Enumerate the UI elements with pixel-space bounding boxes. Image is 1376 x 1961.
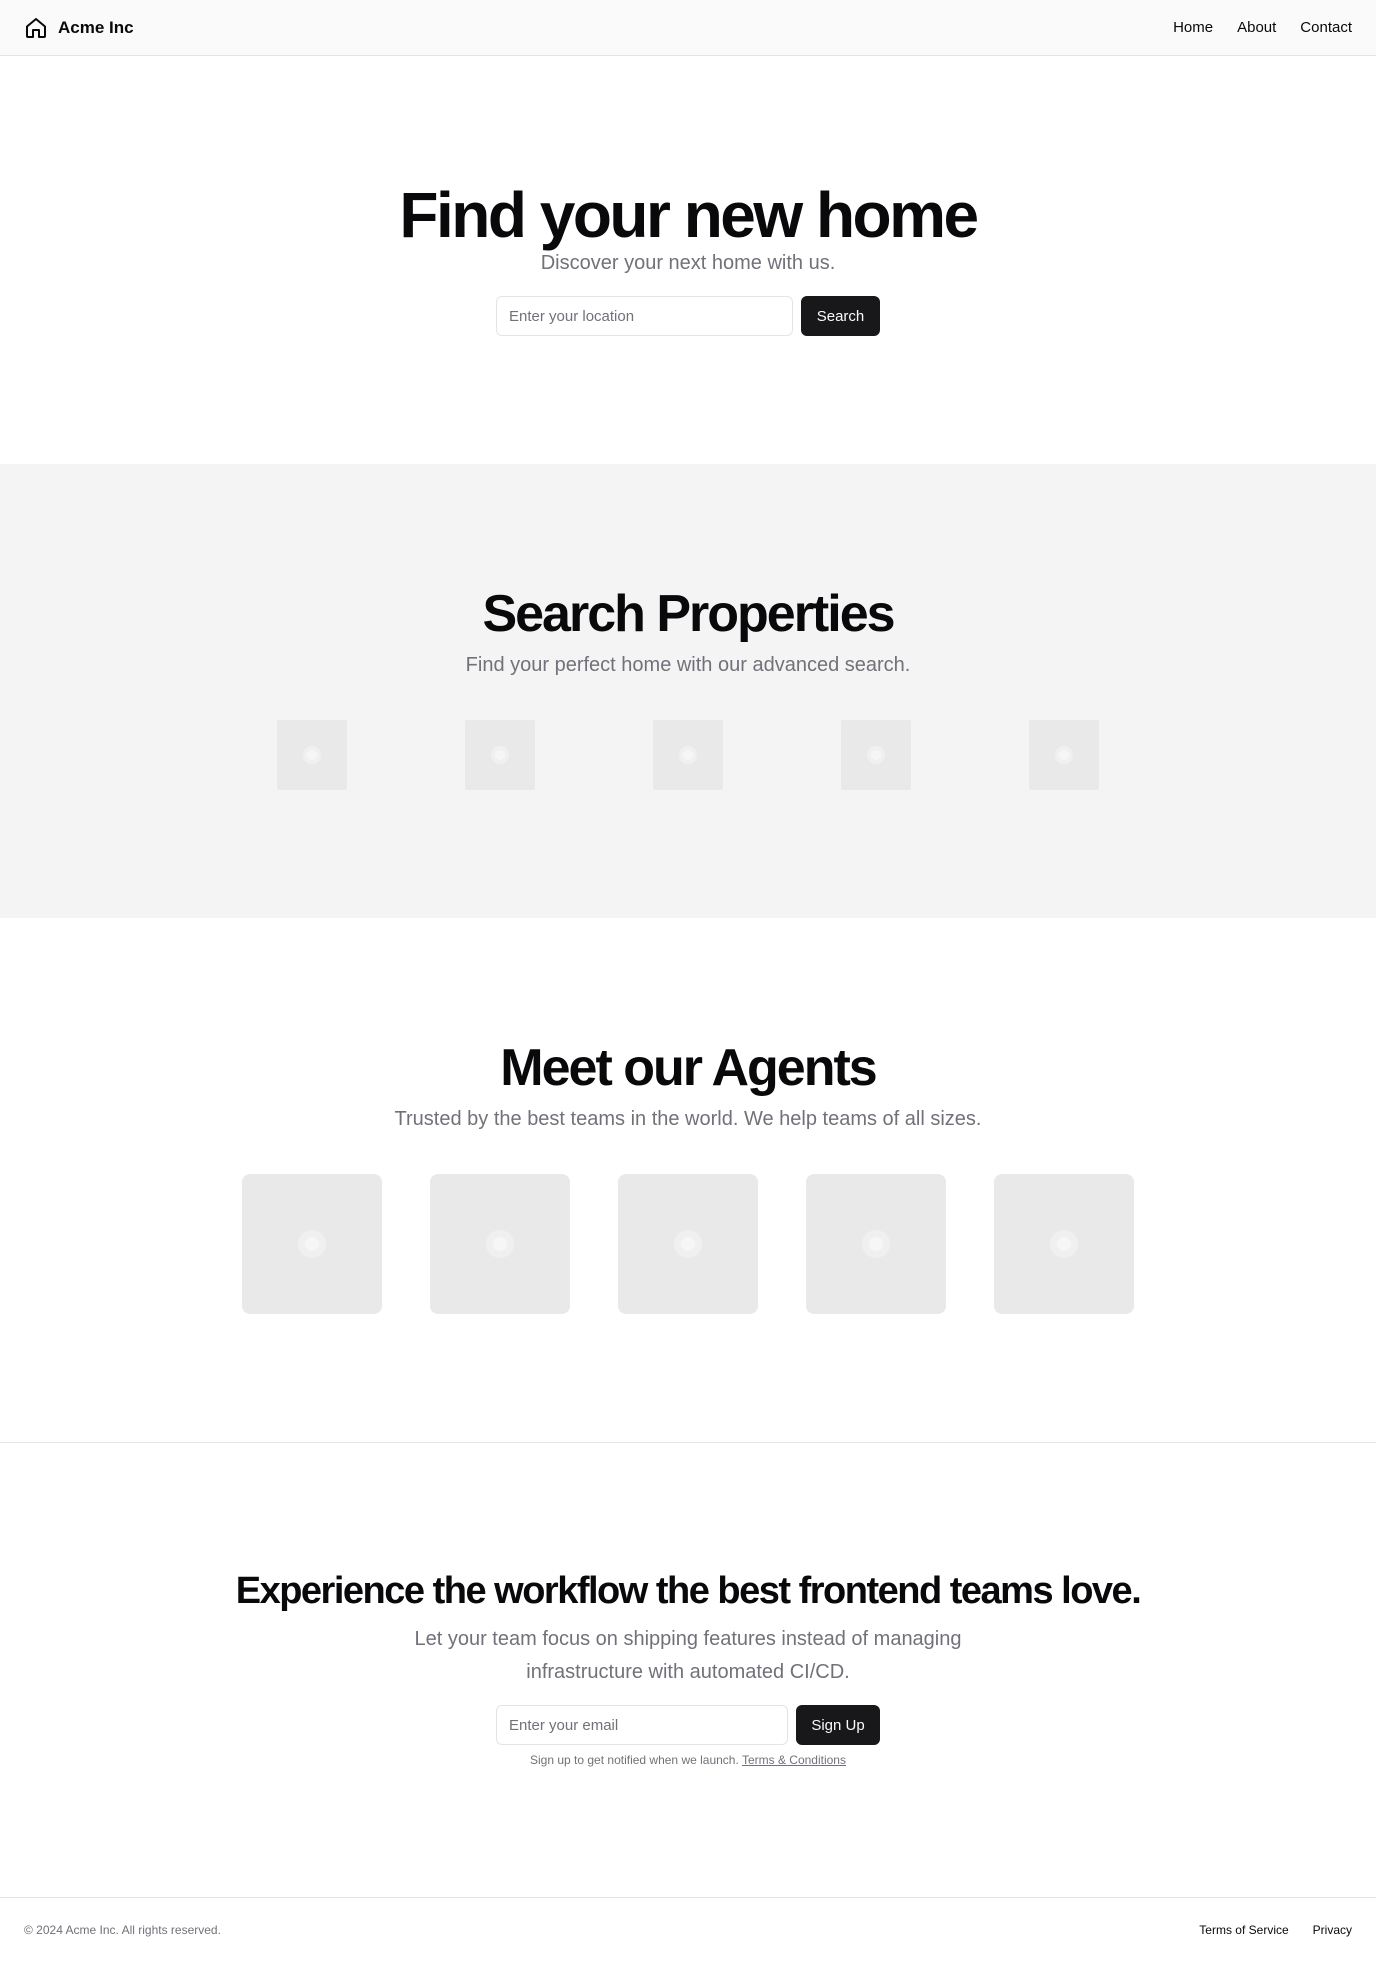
home-icon [24,16,48,40]
privacy-link[interactable]: Privacy [1313,1923,1352,1937]
search-properties-section: Search Properties Find your perfect home… [0,464,1376,918]
properties-subtitle: Find your perfect home with our advanced… [465,654,911,676]
image-placeholder-icon [871,750,881,760]
image-placeholder-icon [681,1237,695,1251]
property-image-placeholder [465,720,535,790]
terms-of-service-link[interactable]: Terms of Service [1199,1923,1288,1937]
signup-note-text: Sign up to get notified when we launch. [530,1753,739,1767]
image-placeholder-icon [493,1237,507,1251]
nav-contact[interactable]: Contact [1300,19,1352,36]
brand-name: Acme Inc [58,17,134,37]
agent-thumbnails [0,1174,1376,1314]
agent-image-placeholder [242,1174,382,1314]
property-image-placeholder [277,720,347,790]
image-placeholder-icon [869,1237,883,1251]
image-placeholder-icon [307,750,317,760]
signup-note: Sign up to get notified when we launch. … [0,1753,1376,1767]
agent-image-placeholder [618,1174,758,1314]
site-footer: © 2024 Acme Inc. All rights reserved. Te… [0,1897,1376,1961]
hero-title: Find your new home [399,179,979,251]
location-search-form: Search [496,296,880,336]
agents-section: Meet our Agents Trusted by the best team… [0,918,1376,1443]
email-input[interactable] [496,1705,788,1745]
brand-link[interactable]: Acme Inc [24,16,134,40]
property-image-placeholder [1029,720,1099,790]
cta-section: Experience the workflow the best fronten… [0,1443,1376,1897]
agent-image-placeholder [806,1174,946,1314]
agents-subtitle: Trusted by the best teams in the world. … [394,1108,982,1130]
image-placeholder-icon [1059,750,1069,760]
cta-title: Experience the workflow the best fronten… [235,1570,1142,1612]
location-input[interactable] [496,296,793,336]
signup-form: Sign Up [496,1705,880,1745]
nav-home[interactable]: Home [1173,19,1213,36]
hero-section: Find your new home Discover your next ho… [0,56,1376,464]
main-nav: Home About Contact [1173,19,1352,36]
search-button[interactable]: Search [801,296,880,336]
property-image-placeholder [841,720,911,790]
copyright-text: © 2024 Acme Inc. All rights reserved. [24,1922,221,1937]
property-thumbnails [0,720,1376,790]
image-placeholder-icon [1057,1237,1071,1251]
image-placeholder-icon [495,750,505,760]
terms-conditions-link[interactable]: Terms & Conditions [742,1753,846,1767]
footer-nav: Terms of Service Privacy [1199,1923,1352,1937]
agent-image-placeholder [994,1174,1134,1314]
properties-title: Search Properties [482,585,895,643]
nav-about[interactable]: About [1237,19,1276,36]
image-placeholder-icon [305,1237,319,1251]
sign-up-button[interactable]: Sign Up [796,1705,880,1745]
site-header: Acme Inc Home About Contact [0,0,1376,56]
cta-subtitle: Let your team focus on shipping features… [414,1628,962,1683]
agents-title: Meet our Agents [500,1039,877,1097]
agent-image-placeholder [430,1174,570,1314]
property-image-placeholder [653,720,723,790]
hero-subtitle: Discover your next home with us. [540,252,836,274]
image-placeholder-icon [683,750,693,760]
